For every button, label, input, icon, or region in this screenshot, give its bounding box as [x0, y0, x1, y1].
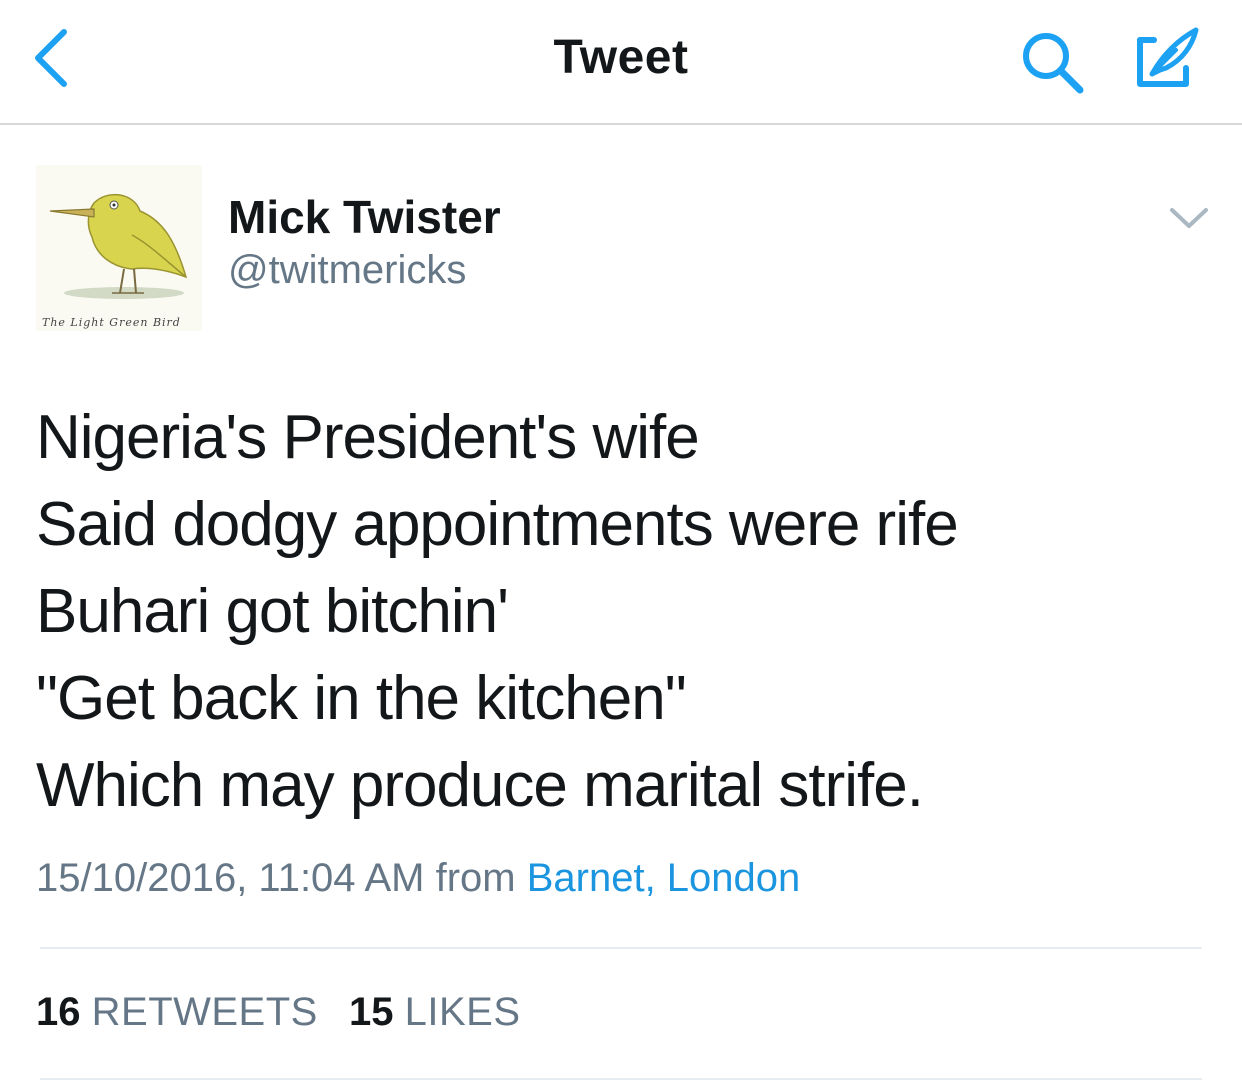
retweets-count: 16	[36, 990, 81, 1034]
avatar[interactable]: The Light Green Bird	[36, 165, 202, 331]
author-display-name[interactable]: Mick Twister	[228, 190, 501, 244]
author-handle[interactable]: @twitmericks	[228, 248, 466, 293]
chevron-down-icon[interactable]	[1166, 200, 1212, 234]
likes-count: 15	[348, 990, 394, 1034]
tweet-line: "Get back in the kitchen"	[36, 664, 687, 733]
search-icon[interactable]	[1018, 28, 1088, 98]
tweet-line: Nigeria's President's wife	[36, 403, 700, 472]
tweet-line: Said dodgy appointments were rife	[36, 490, 959, 559]
tweet-text: Nigeria's President's wife Said dodgy ap…	[36, 394, 1216, 829]
likes-stat[interactable]: 15 LIKES	[349, 990, 521, 1035]
navigation-bar: Tweet	[0, 0, 1242, 125]
retweets-label: RETWEETS	[91, 990, 318, 1034]
retweets-stat[interactable]: 16 RETWEETS	[36, 990, 318, 1035]
likes-label: LIKES	[404, 990, 521, 1034]
tweet-line: Buhari got bitchin'	[36, 577, 509, 646]
divider	[40, 947, 1202, 949]
compose-tweet-icon[interactable]	[1126, 24, 1206, 96]
tweet-metadata: 15/10/2016, 11:04 AM from Barnet, London	[36, 856, 800, 901]
tweet-timestamp: 15/10/2016, 11:04 AM	[36, 856, 425, 900]
tweet-line: Which may produce marital strife.	[36, 751, 924, 820]
bird-illustration	[49, 193, 188, 299]
divider	[40, 1078, 1202, 1080]
avatar-caption: The Light Green Bird	[42, 316, 181, 329]
tweet-stats: 16 RETWEETS 15 LIKES	[36, 990, 541, 1035]
tweet-location-link[interactable]: Barnet, London	[527, 856, 801, 900]
from-label: from	[435, 856, 516, 900]
